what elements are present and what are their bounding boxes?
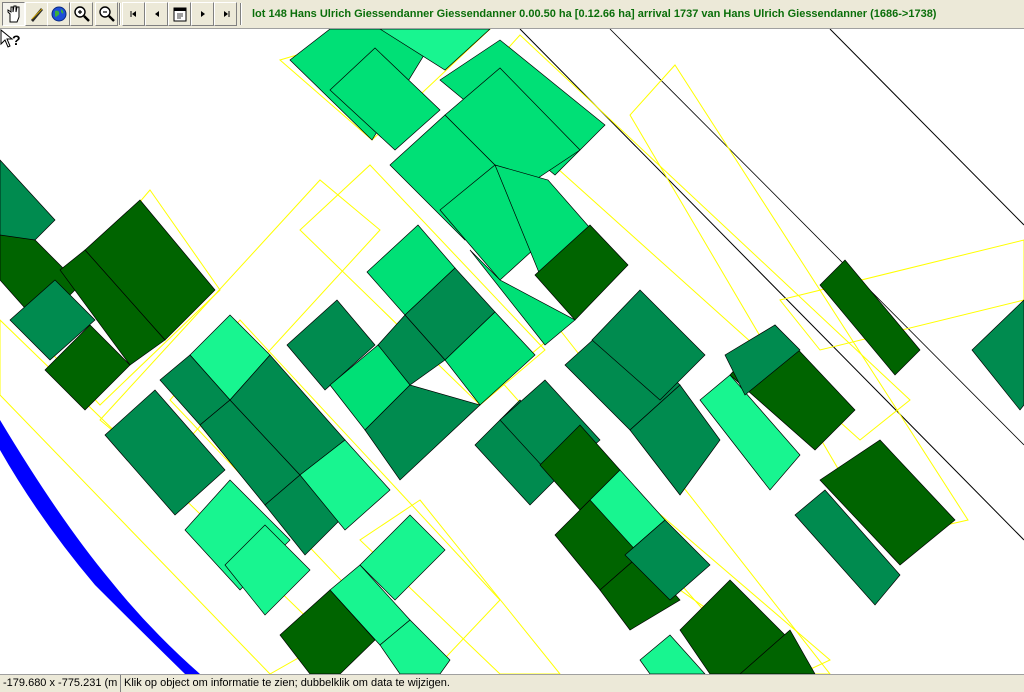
last-button[interactable] [214, 2, 237, 26]
lot-info-text: lot 148 Hans Ulrich Giessendanner Giesse… [252, 8, 937, 20]
lot-parcels[interactable] [0, 29, 1024, 674]
lot-parcel[interactable] [971, 299, 1024, 411]
next-button[interactable] [191, 2, 214, 26]
zoom-in-button[interactable] [70, 2, 93, 26]
svg-text:?: ? [12, 32, 21, 48]
toolbar-separator [240, 3, 242, 25]
hand-icon [7, 5, 19, 23]
ruler-icon [30, 8, 43, 22]
first-icon [130, 11, 136, 17]
zoom-in-icon [73, 6, 90, 22]
pan-tool-button[interactable] [2, 2, 25, 26]
toolbar: lot 148 Hans Ulrich Giessendanner Giesse… [0, 0, 1024, 29]
status-message: Klik op object om informatie te zien; du… [124, 677, 450, 689]
calendar-icon [173, 7, 186, 22]
globe-icon [51, 6, 66, 22]
next-icon [200, 11, 205, 17]
full-extent-button[interactable] [47, 2, 70, 26]
status-coordinates: -179.680 x -775.231 (m [0, 675, 121, 692]
last-icon [223, 11, 229, 17]
status-bar: -179.680 x -775.231 (m Klik op object om… [0, 674, 1024, 692]
first-button[interactable] [122, 2, 145, 26]
zoom-out-icon [98, 6, 115, 22]
measure-tool-button[interactable] [25, 2, 48, 26]
calendar-button[interactable] [168, 2, 191, 26]
map-svg[interactable] [0, 29, 1024, 674]
map-canvas[interactable]: ? [0, 29, 1024, 674]
zoom-out-button[interactable] [95, 2, 118, 26]
toolbar-separator [119, 3, 121, 25]
previous-icon [154, 11, 159, 17]
help-pointer-icon: ? [0, 29, 21, 48]
previous-button[interactable] [145, 2, 168, 26]
lot-parcel[interactable] [819, 259, 921, 376]
